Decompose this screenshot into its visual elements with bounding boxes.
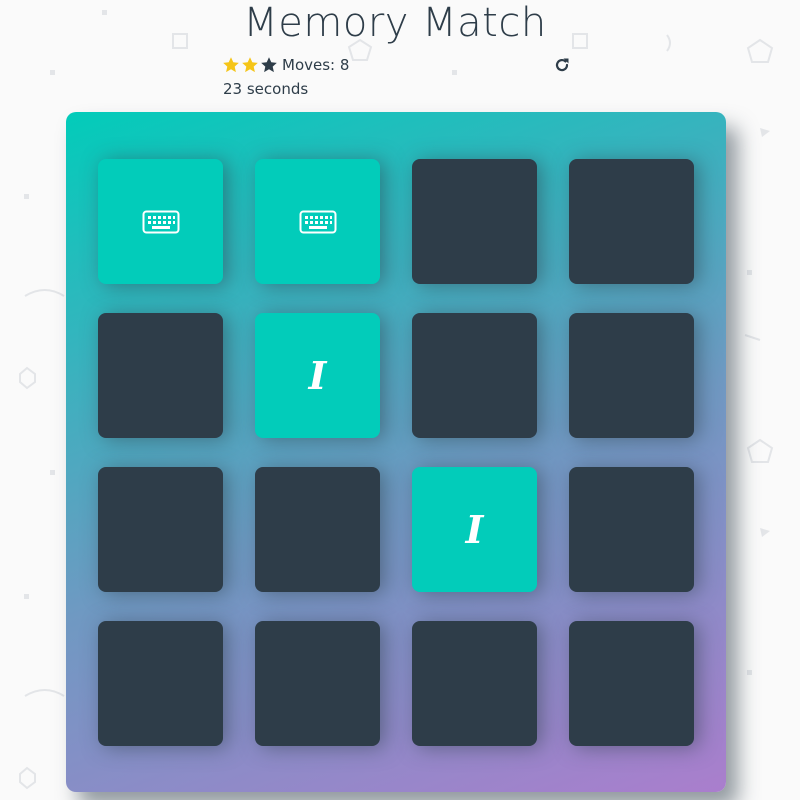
card-10[interactable] — [255, 467, 380, 592]
star-empty-icon — [261, 57, 277, 73]
redo-icon — [555, 58, 569, 72]
card-5[interactable] — [98, 313, 223, 438]
card-deck: II — [66, 112, 726, 792]
card-7[interactable] — [412, 313, 537, 438]
card-3[interactable] — [412, 159, 537, 284]
italic-icon: I — [465, 506, 484, 552]
card-9[interactable] — [98, 467, 223, 592]
star-rating — [222, 56, 278, 74]
card-2[interactable] — [255, 159, 380, 284]
moves-counter: Moves: 8 — [282, 56, 350, 74]
card-4[interactable] — [569, 159, 694, 284]
card-8[interactable] — [569, 313, 694, 438]
timer: 23 seconds — [223, 80, 309, 98]
restart-button[interactable] — [552, 55, 572, 75]
card-11[interactable]: I — [412, 467, 537, 592]
keyboard-icon — [142, 210, 179, 233]
card-14[interactable] — [255, 621, 380, 746]
page-title: Memory Match — [243, 0, 547, 46]
card-13[interactable] — [98, 621, 223, 746]
card-6[interactable]: I — [255, 313, 380, 438]
card-15[interactable] — [412, 621, 537, 746]
italic-icon: I — [308, 352, 327, 398]
card-1[interactable] — [98, 159, 223, 284]
keyboard-icon — [299, 210, 336, 233]
card-12[interactable] — [569, 467, 694, 592]
card-16[interactable] — [569, 621, 694, 746]
score-panel: Moves: 8 23 seconds — [222, 55, 572, 101]
star-filled-icon — [223, 57, 239, 73]
star-filled-icon — [242, 57, 258, 73]
